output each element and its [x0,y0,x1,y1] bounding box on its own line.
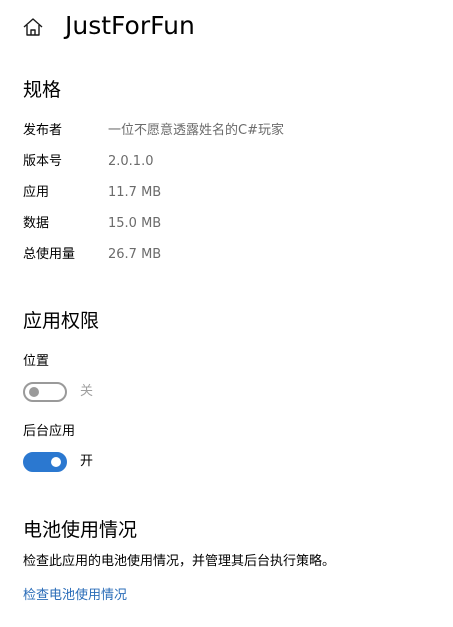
background-app-permission-label: 后台应用 [23,424,76,439]
background-app-toggle-state: 开 [80,454,94,469]
specs-heading: 规格 [23,79,62,101]
permissions-heading: 应用权限 [23,310,100,332]
spec-value: 15.0 MB [108,216,162,231]
spec-value: 一位不愿意透露姓名的C#玩家 [108,123,284,138]
spec-row-app-size: 应用 11.7 MB [23,183,443,203]
spec-value: 2.0.1.0 [108,154,154,169]
location-toggle[interactable] [23,382,67,402]
spec-label: 数据 [23,216,50,231]
spec-label: 发布者 [23,123,63,138]
page-header: JustForFun [0,0,453,56]
battery-description: 检查此应用的电池使用情况，并管理其后台执行策略。 [23,554,336,569]
check-battery-usage-link[interactable]: 检查电池使用情况 [23,586,127,606]
spec-row-version: 版本号 2.0.1.0 [23,152,443,172]
toggle-knob [51,457,61,467]
spec-label: 应用 [23,185,50,200]
toggle-knob [29,387,39,397]
spec-label: 总使用量 [23,247,76,262]
location-toggle-state: 关 [80,384,94,399]
background-app-toggle[interactable] [23,452,67,472]
spec-row-publisher: 发布者 一位不愿意透露姓名的C#玩家 [23,121,443,141]
location-permission-label: 位置 [23,354,50,369]
spec-value: 26.7 MB [108,247,162,262]
spec-row-total-usage: 总使用量 26.7 MB [23,245,443,265]
spec-label: 版本号 [23,154,63,169]
spec-row-data-size: 数据 15.0 MB [23,214,443,234]
spec-value: 11.7 MB [108,185,162,200]
battery-heading: 电池使用情况 [23,519,138,541]
app-title: JustForFun [65,11,195,40]
home-icon[interactable] [22,16,44,38]
